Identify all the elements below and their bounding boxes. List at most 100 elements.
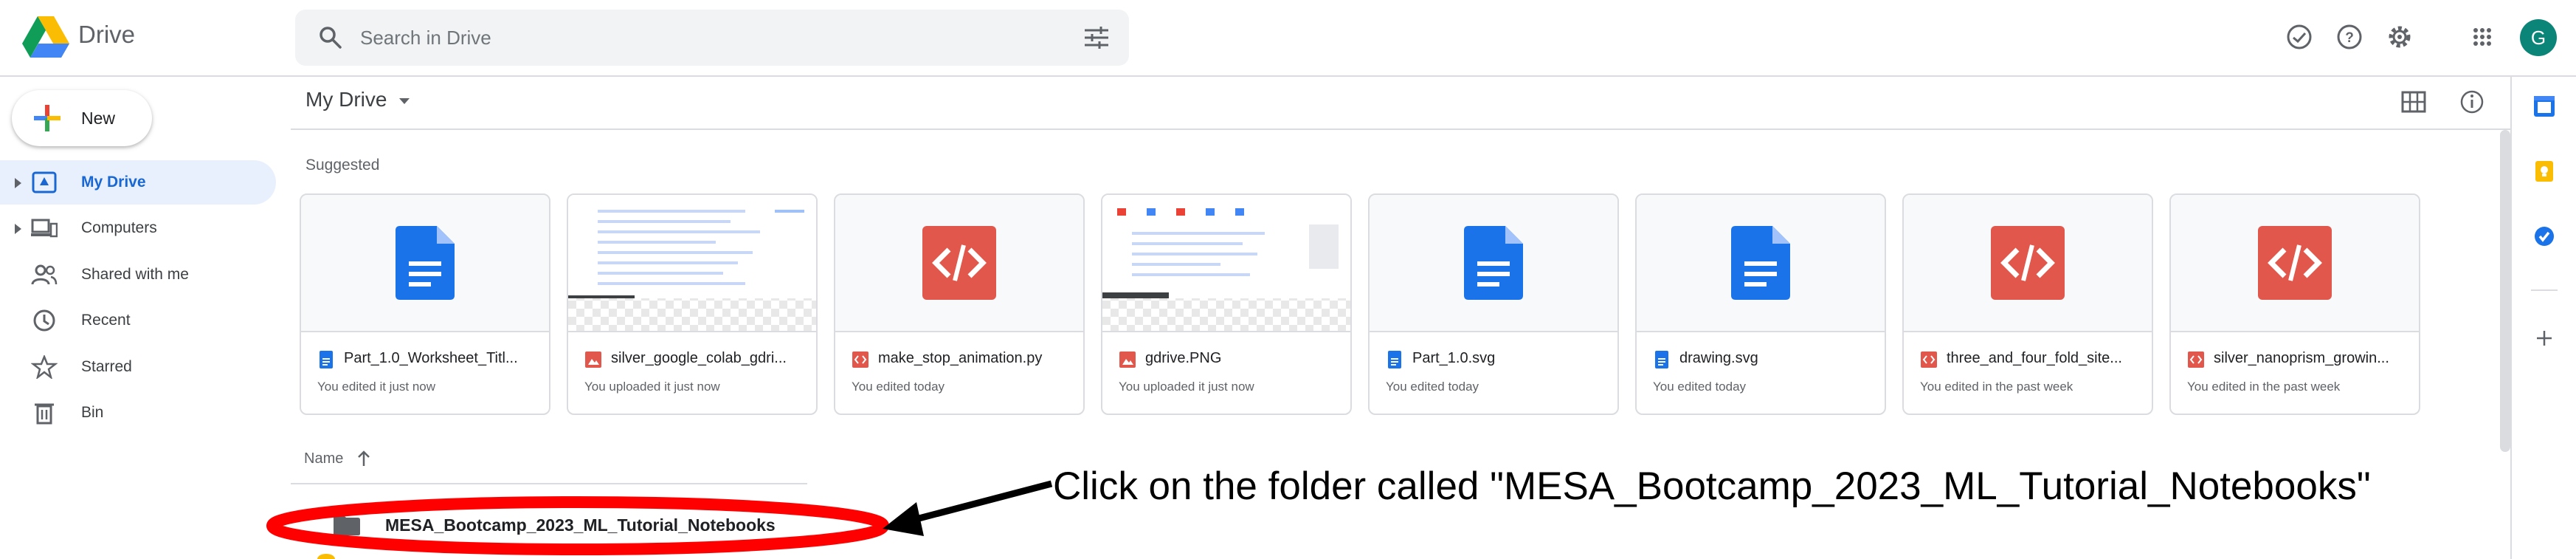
new-button[interactable]: New bbox=[12, 90, 152, 146]
search-icon[interactable] bbox=[317, 24, 344, 51]
instruction-callout: Click on the folder called "MESA_Bootcam… bbox=[1053, 464, 2371, 508]
suggested-file-card[interactable]: silver_nanoprism_growin... You edited in… bbox=[2169, 193, 2420, 415]
plus-icon bbox=[34, 105, 61, 131]
doc-file-icon bbox=[1655, 351, 1668, 368]
suggested-file-card[interactable]: gdrive.PNG You uploaded it just now bbox=[1101, 193, 1352, 415]
screenshot-preview bbox=[568, 195, 816, 298]
search-input[interactable] bbox=[360, 24, 1024, 51]
arrow-up-icon[interactable] bbox=[356, 449, 372, 468]
code-file-icon bbox=[2188, 351, 2204, 368]
file-activity: You edited today bbox=[852, 380, 945, 394]
calendar-icon[interactable] bbox=[2532, 95, 2556, 118]
file-name: silver_nanoprism_growin... bbox=[2214, 350, 2389, 366]
scrollbar[interactable] bbox=[2500, 130, 2510, 452]
suggested-file-card[interactable]: make_stop_animation.py You edited today bbox=[834, 193, 1085, 415]
doc-file-icon bbox=[1464, 226, 1523, 300]
sidebar-item-label: Computers bbox=[81, 219, 157, 236]
sidebar-item-label: Bin bbox=[81, 404, 104, 421]
sort-by-name-header[interactable]: Name bbox=[304, 450, 343, 467]
file-activity: You edited today bbox=[1386, 380, 1479, 394]
add-icon[interactable] bbox=[2532, 326, 2556, 350]
file-name: drawing.svg bbox=[1679, 350, 1758, 366]
expand-arrow-icon[interactable] bbox=[15, 178, 21, 188]
search-bar[interactable] bbox=[295, 10, 1129, 66]
code-file-icon bbox=[2258, 226, 2332, 300]
apps-grid-icon[interactable] bbox=[2468, 22, 2497, 52]
file-thumbnail bbox=[835, 195, 1083, 332]
help-icon[interactable]: ? bbox=[2335, 22, 2364, 52]
sidebar-item-label: Shared with me bbox=[81, 266, 189, 283]
suggested-file-card[interactable]: Part_1.0_Worksheet_Titl... You edited it… bbox=[300, 193, 550, 415]
offline-status-icon[interactable] bbox=[2285, 22, 2314, 52]
svg-text:?: ? bbox=[2345, 30, 2354, 46]
sidebar-item-label: Recent bbox=[81, 312, 131, 329]
doc-file-icon bbox=[396, 226, 455, 300]
doc-file-icon bbox=[320, 351, 333, 368]
suggested-file-card[interactable]: drawing.svg You edited today bbox=[1635, 193, 1886, 415]
bin-icon bbox=[35, 403, 54, 425]
divider bbox=[2531, 289, 2558, 291]
suggested-file-card[interactable]: silver_google_colab_gdri... You uploaded… bbox=[567, 193, 818, 415]
account-avatar[interactable]: G bbox=[2520, 19, 2557, 56]
tasks-icon[interactable] bbox=[2532, 224, 2556, 248]
pointer-arrow-icon bbox=[883, 480, 1053, 536]
doc-file-icon bbox=[1731, 226, 1790, 300]
sidebar-item-starred[interactable]: Starred bbox=[0, 345, 276, 389]
file-activity: You edited in the past week bbox=[2187, 380, 2341, 394]
doc-file-icon bbox=[1388, 351, 1401, 368]
file-name: three_and_four_fold_site... bbox=[1947, 350, 2122, 366]
expand-arrow-icon[interactable] bbox=[15, 224, 21, 234]
file-name: Part_1.0.svg bbox=[1412, 350, 1496, 366]
file-name: Part_1.0_Worksheet_Titl... bbox=[344, 350, 518, 366]
file-thumbnail bbox=[1904, 195, 2152, 332]
divider bbox=[291, 128, 2512, 130]
file-activity: You edited in the past week bbox=[1920, 380, 2073, 394]
sidebar-item-my-drive[interactable]: My Drive bbox=[0, 160, 276, 205]
tune-icon[interactable] bbox=[1083, 26, 1110, 49]
image-file-icon bbox=[1119, 351, 1136, 368]
computers-icon bbox=[31, 219, 58, 238]
chevron-down-icon[interactable] bbox=[399, 98, 410, 104]
top-bar: Drive ? G bbox=[0, 0, 2576, 77]
sidebar-item-label: Starred bbox=[81, 358, 132, 375]
file-thumbnail bbox=[1370, 195, 1617, 332]
file-activity: You uploaded it just now bbox=[1119, 380, 1254, 394]
file-name: make_stop_animation.py bbox=[878, 350, 1043, 366]
sidebar-item-bin[interactable]: Bin bbox=[0, 391, 276, 435]
sidebar-item-shared-with-me[interactable]: Shared with me bbox=[0, 253, 276, 297]
highlight-ring bbox=[266, 496, 889, 555]
file-thumbnail bbox=[1637, 195, 1885, 332]
shared-icon bbox=[31, 264, 58, 285]
file-activity: You edited today bbox=[1653, 380, 1747, 394]
drive-logo-icon[interactable] bbox=[22, 16, 69, 58]
file-activity: You edited it just now bbox=[317, 380, 436, 394]
file-thumbnail bbox=[568, 195, 816, 332]
suggested-file-card[interactable]: Part_1.0.svg You edited today bbox=[1368, 193, 1619, 415]
divider bbox=[2510, 77, 2512, 559]
file-thumbnail bbox=[301, 195, 549, 332]
suggested-file-card[interactable]: three_and_four_fold_site... You edited i… bbox=[1902, 193, 2153, 415]
settings-icon[interactable] bbox=[2385, 22, 2414, 52]
clock-icon bbox=[33, 309, 55, 332]
new-button-label: New bbox=[81, 109, 116, 128]
sidebar-item-computers[interactable]: Computers bbox=[0, 206, 276, 250]
my-drive-icon bbox=[32, 171, 57, 193]
code-file-icon bbox=[1991, 226, 2065, 300]
keep-icon[interactable] bbox=[2532, 160, 2556, 183]
info-icon[interactable] bbox=[2459, 89, 2485, 115]
suggested-heading: Suggested bbox=[305, 157, 380, 174]
page-title[interactable]: My Drive bbox=[305, 88, 387, 112]
star-icon bbox=[31, 355, 58, 379]
app-brand[interactable]: Drive bbox=[78, 21, 135, 49]
code-file-icon bbox=[922, 226, 996, 300]
divider bbox=[291, 483, 807, 484]
file-name: gdrive.PNG bbox=[1145, 350, 1222, 366]
image-file-icon bbox=[585, 351, 601, 368]
sidebar-item-recent[interactable]: Recent bbox=[0, 298, 276, 343]
code-file-icon bbox=[852, 351, 869, 368]
sidebar-item-label: My Drive bbox=[81, 174, 146, 191]
grid-view-icon[interactable] bbox=[2401, 91, 2426, 113]
screenshot-preview bbox=[1102, 195, 1350, 298]
file-thumbnail bbox=[2171, 195, 2419, 332]
file-thumbnail bbox=[1102, 195, 1350, 332]
